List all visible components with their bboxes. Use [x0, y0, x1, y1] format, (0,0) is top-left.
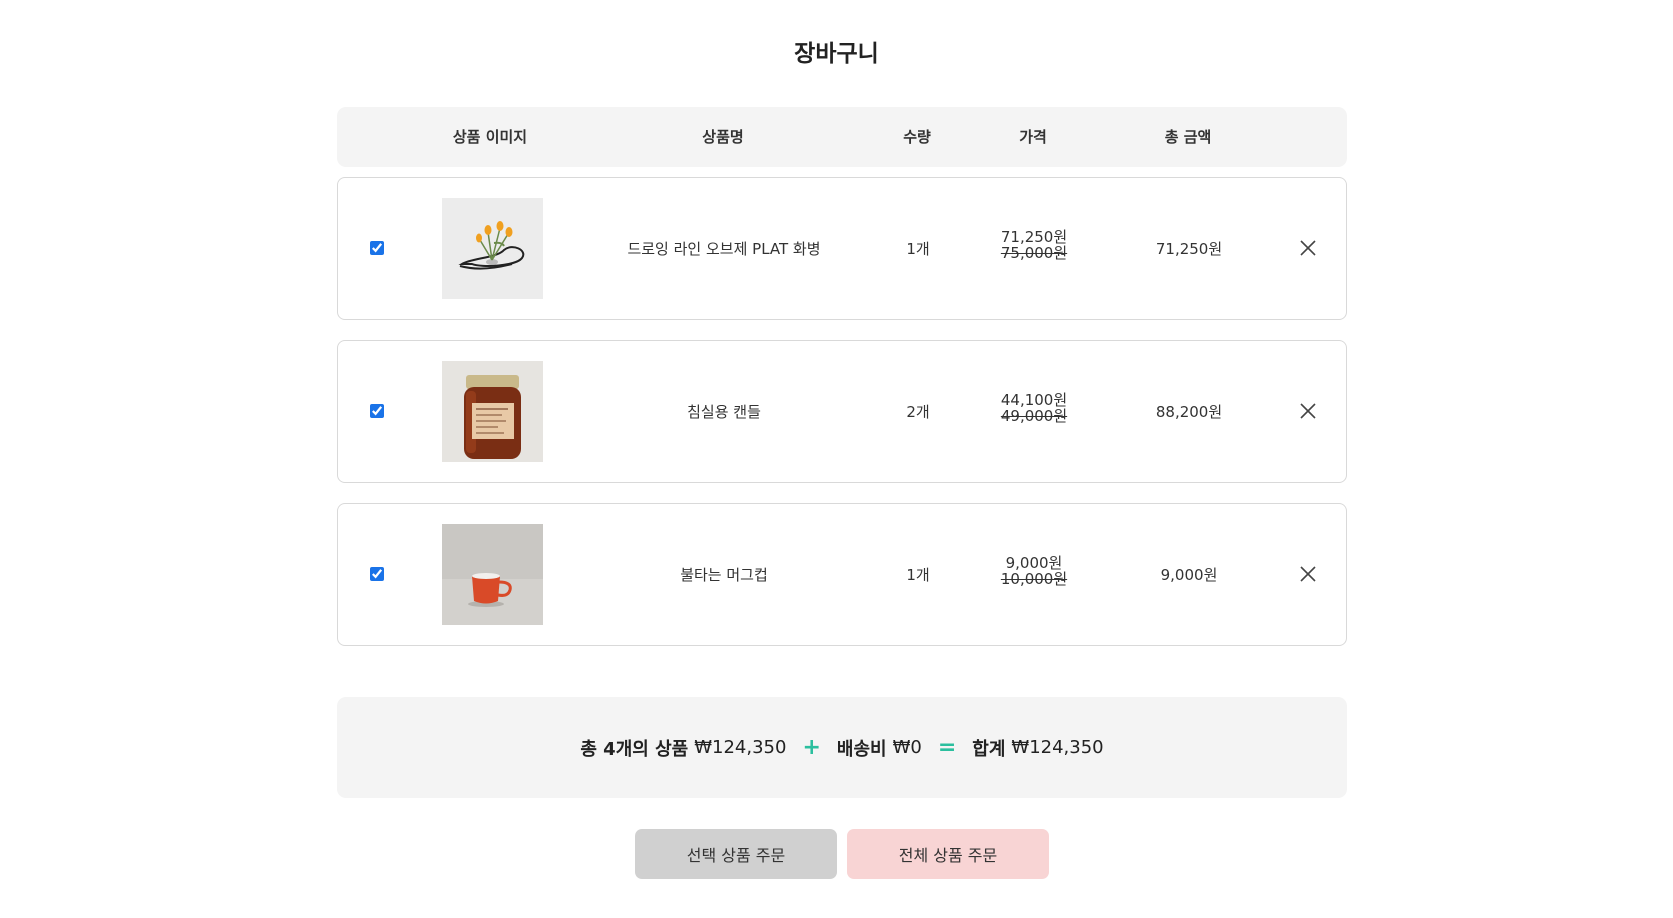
product-total: 71,250원	[1155, 240, 1223, 258]
product-quantity: 2개	[906, 403, 930, 421]
close-icon	[1300, 566, 1316, 582]
product-price: 9,000원 10,000원	[1001, 555, 1067, 587]
page-title: 장바구니	[794, 41, 879, 67]
product-price: 71,250원 75,000원	[1001, 229, 1067, 261]
item-select-checkbox[interactable]	[370, 241, 384, 255]
item-select-checkbox[interactable]	[370, 404, 384, 418]
close-icon	[1300, 403, 1316, 419]
product-total: 9,000원	[1160, 566, 1218, 584]
summary-shipping-label: 배송비	[836, 738, 887, 760]
product-quantity: 1개	[906, 566, 930, 584]
close-icon	[1300, 240, 1316, 256]
header-quantity: 수량	[903, 128, 931, 146]
sale-price: 71,250원	[1000, 228, 1068, 246]
product-price: 44,100원 49,000원	[1001, 392, 1067, 424]
remove-item-button[interactable]	[1298, 401, 1318, 421]
cart-item-row: 침실용 캔들 2개 44,100원 49,000원 88,200원	[337, 340, 1347, 483]
remove-item-button[interactable]	[1298, 238, 1318, 258]
product-name: 불타는 머그컵	[680, 566, 768, 584]
summary-shipping-amount: ₩0	[892, 737, 922, 758]
original-price: 49,000원	[1000, 407, 1068, 425]
plus-icon: +	[802, 735, 821, 760]
product-name: 드로잉 라인 오브제 PLAT 화병	[627, 240, 821, 258]
sale-price: 9,000원	[1005, 554, 1063, 572]
order-all-button[interactable]: 전체 상품 주문	[847, 829, 1049, 879]
cart-item-row: 드로잉 라인 오브제 PLAT 화병 1개 71,250원 75,000원 71…	[337, 177, 1347, 320]
summary-total-label: 합계	[972, 738, 1006, 760]
header-image: 상품 이미지	[452, 128, 528, 146]
summary-items-amount: ₩124,350	[694, 737, 787, 758]
product-image-candle	[442, 361, 543, 462]
order-selected-button[interactable]: 선택 상품 주문	[635, 829, 837, 879]
cart-item-row: 불타는 머그컵 1개 9,000원 10,000원 9,000원	[337, 503, 1347, 646]
header-total: 총 금액	[1164, 128, 1212, 146]
summary-items-label: 총 4개의 상품	[580, 738, 689, 760]
product-name: 침실용 캔들	[687, 403, 761, 421]
header-price: 가격	[1019, 128, 1047, 146]
original-price: 75,000원	[1000, 244, 1068, 262]
sale-price: 44,100원	[1000, 391, 1068, 409]
product-total: 88,200원	[1155, 403, 1223, 421]
cart-table-header: 상품 이미지 상품명 수량 가격 총 금액	[337, 107, 1347, 167]
product-quantity: 1개	[906, 240, 930, 258]
equals-icon: =	[937, 735, 957, 760]
product-image-vase	[442, 198, 543, 299]
original-price: 10,000원	[1000, 570, 1068, 588]
item-select-checkbox[interactable]	[370, 567, 384, 581]
product-image-mug	[442, 524, 543, 625]
summary-total-amount: ₩124,350	[1011, 737, 1104, 758]
order-summary: 총 4개의 상품 ₩124,350 + 배송비 ₩0 = 합계 ₩124,350	[337, 697, 1347, 798]
header-name: 상품명	[702, 128, 744, 146]
remove-item-button[interactable]	[1298, 564, 1318, 584]
